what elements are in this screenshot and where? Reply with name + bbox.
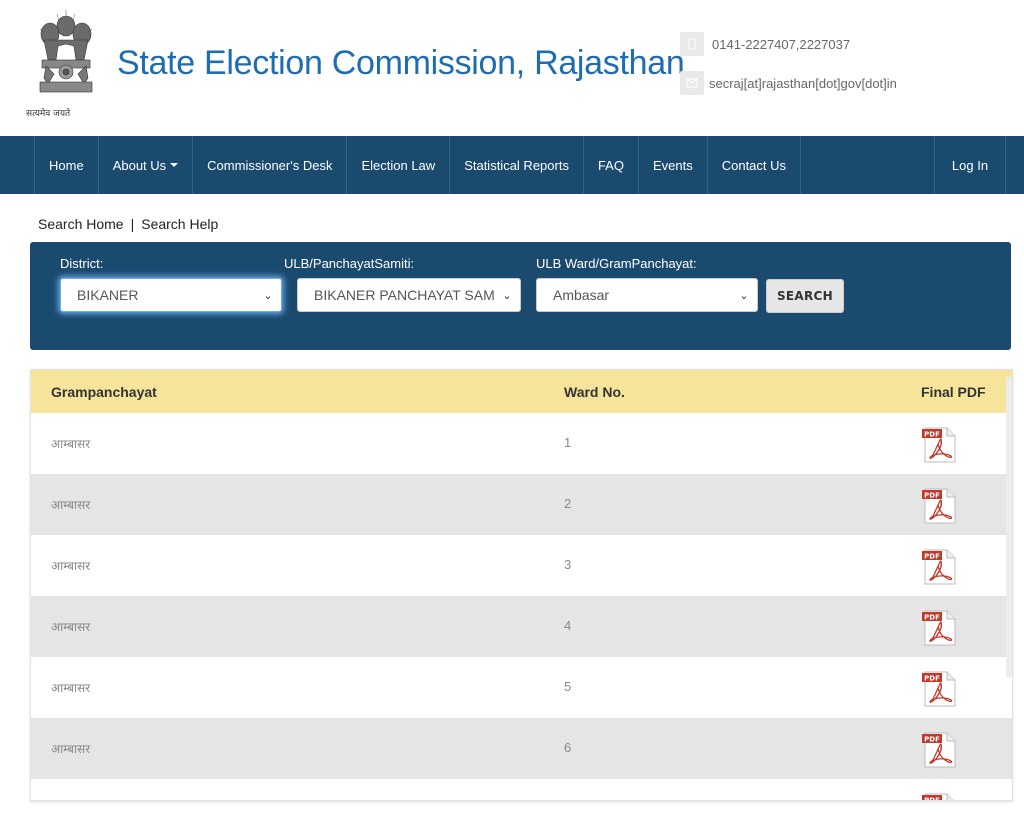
email-address: secraj[at]rajasthan[dot]gov[dot]in — [709, 75, 897, 91]
chevron-down-icon: ⌄ — [502, 289, 512, 302]
table-row: आम्बासर 5 PDF — [31, 657, 1012, 718]
svg-text:PDF: PDF — [924, 492, 940, 500]
search-panel: District: BIKANER ⌄ ULB/PanchayatSamiti:… — [30, 242, 1011, 350]
search-help-link[interactable]: Search Help — [141, 216, 218, 232]
nav-faq-label: FAQ — [597, 157, 624, 173]
header-final-pdf: Final PDF — [921, 383, 986, 400]
district-select[interactable]: BIKANER ⌄ — [60, 278, 282, 312]
nav-contact-us-label: Contact Us — [721, 157, 787, 173]
pdf-download-icon[interactable]: PDF — [921, 487, 959, 525]
scrollbar[interactable] — [1006, 377, 1012, 677]
nav-about-us[interactable]: About Us — [99, 136, 194, 194]
svg-text:PDF: PDF — [924, 736, 940, 744]
pdf-download-icon[interactable]: PDF — [921, 731, 959, 769]
ward-label: ULB Ward/GramPanchayat: — [536, 256, 697, 271]
chevron-down-icon: ⌄ — [263, 289, 273, 302]
pdf-download-icon[interactable]: PDF — [921, 670, 959, 708]
ulb-select[interactable]: BIKANER PANCHAYAT SAM ⌄ — [297, 278, 521, 312]
envelope-icon — [680, 71, 704, 95]
table-header: Grampanchayat Ward No. Final PDF — [31, 370, 1012, 413]
nav-election-law-label: Election Law — [361, 157, 436, 173]
table-row: PDF — [31, 779, 1012, 802]
pdf-download-icon[interactable]: PDF — [921, 609, 959, 647]
svg-text:PDF: PDF — [924, 797, 940, 802]
cell-ward-no: 1 — [564, 435, 572, 450]
svg-text:PDF: PDF — [924, 675, 940, 683]
nav-statistical-reports[interactable]: Statistical Reports — [450, 136, 584, 194]
contact-email: secraj[at]rajasthan[dot]gov[dot]in — [680, 71, 897, 95]
svg-text:PDF: PDF — [924, 431, 940, 439]
pdf-download-icon[interactable]: PDF — [921, 792, 959, 802]
cell-grampanchayat: आम्बासर — [51, 620, 91, 634]
site-header: सत्यमेव जयते State Election Commission, … — [0, 0, 1024, 136]
district-select-value: BIKANER — [77, 287, 139, 303]
cell-ward-no: 3 — [564, 557, 572, 572]
cell-grampanchayat: आम्बासर — [51, 681, 91, 695]
nav-events[interactable]: Events — [639, 136, 708, 194]
cell-ward-no: 4 — [564, 618, 572, 633]
cell-ward-no: 2 — [564, 496, 572, 511]
nav-events-label: Events — [652, 157, 693, 173]
header-grampanchayat: Grampanchayat — [51, 383, 157, 400]
nav-home[interactable]: Home — [34, 136, 99, 194]
pdf-download-icon[interactable]: PDF — [921, 548, 959, 586]
table-row: आम्बासर 1 PDF — [31, 413, 1012, 474]
ulb-label: ULB/PanchayatSamiti: — [284, 256, 415, 271]
cell-ward-no: 5 — [564, 679, 572, 694]
ward-select[interactable]: Ambasar ⌄ — [536, 278, 758, 312]
svg-text:PDF: PDF — [924, 553, 940, 561]
header-ward-no: Ward No. — [564, 383, 625, 400]
breadcrumb: Search Home | Search Help — [38, 216, 218, 232]
chevron-down-icon: ⌄ — [739, 289, 749, 302]
cell-ward-no: 6 — [564, 740, 572, 755]
nav-spacer — [801, 136, 935, 194]
breadcrumb-separator: | — [130, 216, 135, 232]
ulb-select-value: BIKANER PANCHAYAT SAM — [314, 287, 495, 303]
pdf-download-icon[interactable]: PDF — [921, 426, 959, 464]
search-button[interactable]: SEARCH — [766, 279, 844, 313]
nav-commissioners-desk-label: Commissioner's Desk — [207, 157, 333, 173]
nav-home-label: Home — [49, 157, 84, 173]
state-emblem-logo: सत्यमेव जयते — [26, 8, 106, 123]
table-row: आम्बासर 4 PDF — [31, 596, 1012, 657]
cell-grampanchayat: आम्बासर — [51, 437, 91, 451]
nav-election-law[interactable]: Election Law — [347, 136, 451, 194]
main-navigation: Home About Us Commissioner's Desk Electi… — [0, 136, 1024, 194]
nav-faq[interactable]: FAQ — [584, 136, 639, 194]
nav-commissioners-desk[interactable]: Commissioner's Desk — [193, 136, 348, 194]
table-row: आम्बासर 6 PDF — [31, 718, 1012, 779]
search-home-link[interactable]: Search Home — [38, 216, 124, 232]
contact-phone: 0141-2227407,2227037 — [680, 32, 850, 56]
phone-number: 0141-2227407,2227037 — [712, 36, 851, 52]
cell-grampanchayat: आम्बासर — [51, 498, 91, 512]
table-row: आम्बासर 2 PDF — [31, 474, 1012, 535]
nav-login[interactable]: Log In — [935, 136, 1006, 194]
cell-grampanchayat: आम्बासर — [51, 559, 91, 573]
table-row: आम्बासर 3 PDF — [31, 535, 1012, 596]
nav-contact-us[interactable]: Contact Us — [708, 136, 802, 194]
emblem-motto: सत्यमेव जयते — [26, 109, 71, 119]
cell-grampanchayat: आम्बासर — [51, 742, 91, 756]
caret-down-icon — [170, 163, 179, 167]
nav-about-us-label: About Us — [112, 157, 167, 173]
ward-select-value: Ambasar — [553, 287, 610, 303]
nav-login-label: Log In — [951, 157, 989, 173]
district-label: District: — [60, 256, 104, 271]
svg-text:PDF: PDF — [924, 614, 940, 622]
phone-icon — [680, 32, 704, 56]
nav-statistical-reports-label: Statistical Reports — [464, 157, 569, 173]
site-title[interactable]: State Election Commission, Rajasthan — [117, 44, 685, 83]
results-table: Grampanchayat Ward No. Final PDF आम्बासर… — [30, 369, 1013, 801]
